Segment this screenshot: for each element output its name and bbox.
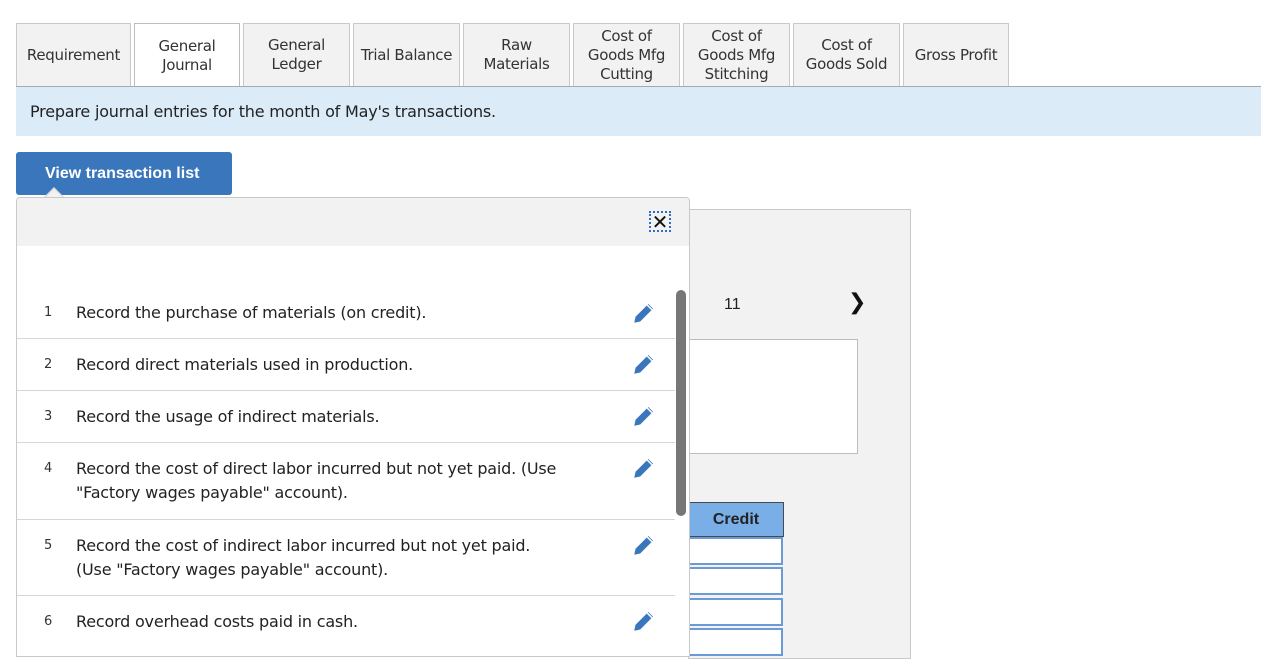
transaction-row: 3 Record the usage of indirect materials… bbox=[17, 391, 675, 443]
transaction-row: 1 Record the purchase of materials (on c… bbox=[17, 290, 675, 339]
instruction-banner: Prepare journal entries for the month of… bbox=[16, 87, 1261, 136]
popup-header: ✕ bbox=[17, 198, 689, 246]
transaction-number: 4 bbox=[44, 461, 53, 476]
tab-label: General Journal bbox=[158, 37, 216, 74]
tab-label: Requirement bbox=[26, 45, 121, 64]
transaction-number: 6 bbox=[44, 614, 53, 629]
pencil-icon[interactable] bbox=[631, 403, 657, 429]
tab-cost-of-goods-sold[interactable]: Cost of Goods Sold bbox=[793, 23, 900, 86]
tab-trial-balance[interactable]: Trial Balance bbox=[353, 23, 460, 86]
popup-scrollbar[interactable] bbox=[676, 290, 686, 516]
chevron-right-icon[interactable]: ❯ bbox=[848, 290, 866, 315]
pencil-icon[interactable] bbox=[631, 455, 657, 481]
transaction-text: Record the purchase of materials (on cre… bbox=[76, 303, 427, 322]
transaction-number: 1 bbox=[44, 305, 53, 320]
transaction-number: 3 bbox=[44, 409, 53, 424]
pencil-icon[interactable] bbox=[631, 300, 657, 326]
tab-cogm-stitching[interactable]: Cost of Goods Mfg Stitching bbox=[683, 23, 790, 86]
tab-requirement[interactable]: Requirement bbox=[16, 23, 131, 86]
tab-gross-profit[interactable]: Gross Profit bbox=[903, 23, 1009, 86]
credit-input[interactable] bbox=[689, 628, 783, 656]
transaction-text: Record the cost of indirect labor incurr… bbox=[76, 536, 531, 579]
transaction-row: 4 Record the cost of direct labor incurr… bbox=[17, 443, 675, 520]
tab-label: Gross Profit bbox=[914, 45, 998, 64]
tab-raw-materials[interactable]: Raw Materials bbox=[463, 23, 570, 86]
tab-general-ledger[interactable]: General Ledger bbox=[243, 23, 350, 86]
transaction-row: 2 Record direct materials used in produc… bbox=[17, 339, 675, 391]
tab-bar: Requirement General Journal General Ledg… bbox=[16, 23, 1009, 88]
credit-input[interactable] bbox=[689, 537, 783, 565]
credit-column-header: Credit bbox=[689, 502, 784, 537]
tab-label: Trial Balance bbox=[360, 45, 453, 64]
transaction-text: Record the cost of direct labor incurred… bbox=[76, 459, 557, 502]
transaction-row: 5 Record the cost of indirect labor incu… bbox=[17, 520, 675, 596]
tab-cogm-cutting[interactable]: Cost of Goods Mfg Cutting bbox=[573, 23, 680, 86]
tab-general-journal[interactable]: General Journal bbox=[134, 23, 240, 88]
pencil-icon[interactable] bbox=[631, 351, 657, 377]
tab-label: Cost of Goods Sold bbox=[805, 36, 888, 73]
transaction-list-popup: ✕ 1 Record the purchase of materials (on… bbox=[16, 197, 690, 657]
credit-input[interactable] bbox=[689, 598, 783, 626]
pencil-icon[interactable] bbox=[631, 532, 657, 558]
tab-label: Cost of Goods Mfg Cutting bbox=[587, 26, 666, 83]
transaction-list: 1 Record the purchase of materials (on c… bbox=[17, 290, 675, 656]
tab-label: General Ledger bbox=[267, 36, 325, 73]
transaction-text: Record overhead costs paid in cash. bbox=[76, 612, 358, 631]
transaction-number: 5 bbox=[44, 538, 53, 553]
credit-input[interactable] bbox=[689, 567, 783, 595]
transaction-row: 6 Record overhead costs paid in cash. bbox=[17, 596, 675, 656]
tab-label: Raw Materials bbox=[483, 36, 550, 73]
worksheet-description-box bbox=[689, 339, 858, 454]
instruction-text: Prepare journal entries for the month of… bbox=[30, 102, 496, 121]
tab-label: Cost of Goods Mfg Stitching bbox=[697, 26, 776, 83]
transaction-number: 11 bbox=[724, 296, 741, 313]
transaction-number: 2 bbox=[44, 357, 53, 372]
pencil-icon[interactable] bbox=[631, 608, 657, 634]
transaction-text: Record direct materials used in producti… bbox=[76, 355, 414, 374]
close-icon[interactable]: ✕ bbox=[649, 211, 671, 232]
transaction-text: Record the usage of indirect materials. bbox=[76, 407, 380, 426]
popup-pointer-inner bbox=[46, 189, 62, 197]
